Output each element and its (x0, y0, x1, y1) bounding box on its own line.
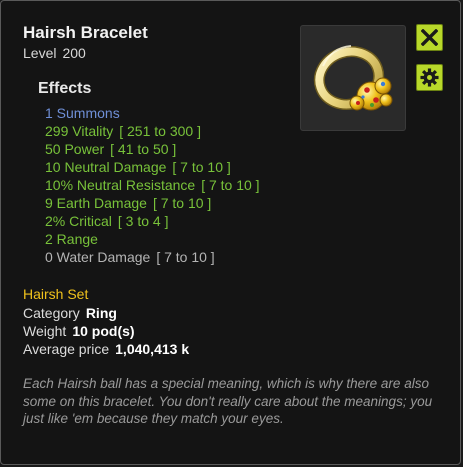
gear-icon (420, 68, 439, 87)
effect-range: [ 7 to 10 ] (156, 249, 215, 265)
level-label: Level (23, 45, 57, 61)
effect-line: 9 Earth Damage [ 7 to 10 ] (45, 194, 260, 212)
effect-range: [ 7 to 10 ] (172, 159, 231, 175)
effect-line: 1 Summons (45, 104, 260, 122)
effect-range: [ 7 to 10 ] (201, 177, 260, 193)
close-button[interactable] (416, 24, 443, 51)
effect-line: 0 Water Damage [ 7 to 10 ] (45, 248, 260, 266)
item-set-link[interactable]: Hairsh Set (23, 286, 88, 302)
item-image (300, 25, 406, 131)
category-row: Category Ring (23, 304, 189, 322)
effect-text: 0 Water Damage (45, 249, 151, 265)
effect-text: 2 Range (45, 231, 98, 247)
close-icon (421, 29, 438, 46)
effect-range: [ 41 to 50 ] (110, 141, 177, 157)
item-tooltip-panel: Hairsh Bracelet Level 200 Effects 1 Summ… (0, 0, 461, 465)
price-value: 1,040,413 k (115, 341, 190, 357)
effect-range: [ 251 to 300 ] (119, 123, 201, 139)
effect-text: 50 Power (45, 141, 105, 157)
bracelet-icon (313, 45, 393, 111)
effect-line: 2 Range (45, 230, 260, 248)
effect-text: 10% Neutral Resistance (45, 177, 196, 193)
item-name: Hairsh Bracelet (23, 23, 148, 42)
effect-range: [ 7 to 10 ] (152, 195, 212, 211)
weight-label: Weight (23, 323, 67, 339)
category-label: Category (23, 305, 80, 321)
item-level: Level 200 (23, 45, 86, 61)
level-value: 200 (62, 45, 86, 61)
item-properties: Category Ring Weight 10 pod(s) Average pri… (23, 304, 189, 358)
effects-heading: Effects (38, 80, 92, 97)
effect-range: [ 3 to 4 ] (117, 213, 169, 229)
effect-text: 9 Earth Damage (45, 195, 147, 211)
item-description: Each Hairsh ball has a special meaning, … (23, 376, 433, 426)
effect-line: 2% Critical [ 3 to 4 ] (45, 212, 260, 230)
settings-button[interactable] (416, 64, 443, 91)
effect-line: 10% Neutral Resistance [ 7 to 10 ] (45, 176, 260, 194)
effect-text: 2% Critical (45, 213, 112, 229)
effects-list: 1 Summons 299 Vitality[ 251 to 300 ] 50 Po… (45, 104, 260, 266)
effect-line: 50 Power [ 41 to 50 ] (45, 140, 260, 158)
effect-text: 10 Neutral Damage (45, 159, 167, 175)
weight-row: Weight 10 pod(s) (23, 322, 189, 340)
category-value: Ring (85, 305, 117, 321)
price-row: Average price 1,040,413 k (23, 340, 189, 358)
weight-value: 10 pod(s) (72, 323, 135, 339)
effect-text: 299 Vitality (45, 123, 114, 139)
price-label: Average price (23, 341, 110, 357)
effect-text: 1 Summons (45, 105, 120, 121)
effect-line: 10 Neutral Damage [ 7 to 10 ] (45, 158, 260, 176)
effect-line: 299 Vitality [ 251 to 300 ] (45, 122, 260, 140)
